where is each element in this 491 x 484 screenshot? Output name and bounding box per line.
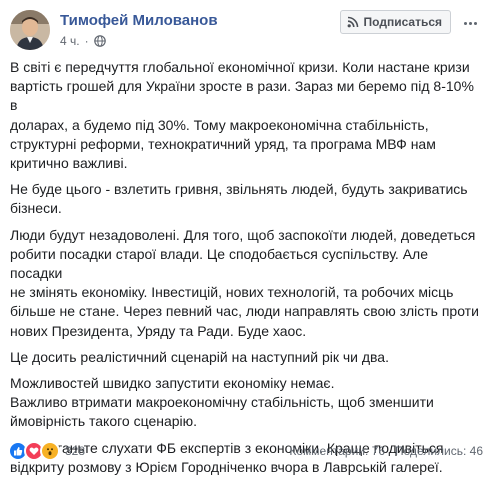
post-stats: Комментарии: 76 Поделились: 46 xyxy=(289,444,483,458)
post-paragraph: Можливостей швидко запустити економіку н… xyxy=(10,375,434,430)
globe-icon[interactable] xyxy=(93,35,106,47)
post-paragraph: Не буде цього - взлетить гривня, звільня… xyxy=(10,181,468,217)
post-paragraph: В світі є передчуття глобальної економіч… xyxy=(10,59,474,172)
reaction-count: 328 xyxy=(65,444,86,458)
post-footer: 328 Комментарии: 76 Поделились: 46 xyxy=(8,438,483,464)
comments-count[interactable]: Комментарии: 76 xyxy=(289,444,385,458)
separator-dot: · xyxy=(84,34,89,48)
reactions-summary[interactable]: 328 xyxy=(8,441,85,461)
post-time[interactable]: 4 ч. xyxy=(60,34,80,48)
facebook-post: Тимофей Милованов 4 ч. · Подписаться В с… xyxy=(0,0,491,475)
rss-icon xyxy=(347,16,358,28)
author-name[interactable]: Тимофей Милованов xyxy=(60,12,218,29)
subscribe-label: Подписаться xyxy=(363,15,442,29)
wow-icon xyxy=(40,441,60,461)
avatar-image xyxy=(10,10,50,50)
subscribe-button[interactable]: Подписаться xyxy=(339,10,451,34)
post-header: Тимофей Милованов 4 ч. · Подписаться xyxy=(10,10,483,52)
post-paragraph: Це досить реалістичний сценарій на насту… xyxy=(10,348,389,365)
shares-count[interactable]: Поделились: 46 xyxy=(395,444,483,458)
post-text: В світі є передчуття глобальної економіч… xyxy=(10,58,483,484)
author-avatar[interactable] xyxy=(10,10,50,50)
post-paragraph: Люди будут незадоволені. Для того, щоб з… xyxy=(10,226,479,339)
post-meta: 4 ч. · xyxy=(60,34,106,48)
more-options-icon[interactable] xyxy=(461,16,479,30)
